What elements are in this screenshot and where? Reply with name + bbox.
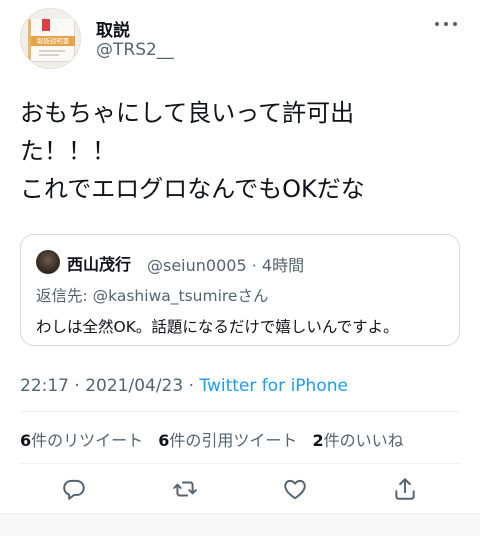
avatar-label: 取扱説明書 bbox=[36, 37, 70, 45]
quotes-count: 6 bbox=[158, 431, 170, 450]
bottom-strip bbox=[0, 514, 480, 536]
reply-button[interactable] bbox=[59, 474, 89, 504]
likes-count: 2 bbox=[312, 431, 324, 450]
retweets-count: 6 bbox=[20, 431, 32, 450]
book-line bbox=[39, 54, 59, 56]
action-bar bbox=[0, 472, 480, 506]
book-line bbox=[39, 50, 65, 52]
display-name[interactable]: 取説 bbox=[96, 16, 130, 41]
tweet-text: おもちゃにして良いって許可出 た！！！ これでエログロなんでもOKだな bbox=[20, 99, 365, 203]
avatar[interactable]: 取扱説明書 bbox=[20, 8, 81, 69]
retweets-stat[interactable]: 6件のリツイート bbox=[20, 431, 143, 450]
quoted-handle-time: @seiun0005 · 4時間 bbox=[147, 256, 305, 275]
like-icon bbox=[284, 479, 306, 500]
tweet-time[interactable]: 22:17 · 2021/04/23 · bbox=[20, 376, 199, 396]
quotes-label: 件の引用ツイート bbox=[169, 431, 298, 450]
reply-to: 返信先: @kashiwa_tsumireさん bbox=[36, 284, 268, 306]
quotes-stat[interactable]: 6件の引用ツイート bbox=[158, 431, 297, 450]
quoted-tweet[interactable]: 西山茂行 @seiun0005 · 4時間 返信先: @kashiwa_tsum… bbox=[20, 234, 460, 346]
tweet-timestamp: 22:17 · 2021/04/23 · Twitter for iPhone bbox=[20, 376, 348, 396]
divider bbox=[20, 463, 460, 464]
like-button[interactable] bbox=[280, 474, 310, 504]
more-options-icon[interactable] bbox=[432, 14, 460, 34]
quoted-display-name: 西山茂行 bbox=[67, 255, 132, 274]
share-icon bbox=[395, 478, 415, 500]
retweets-label: 件のリツイート bbox=[31, 431, 144, 450]
tweet-header: 取扱説明書 取説 @TRS2__ bbox=[0, 0, 480, 80]
book-logo: 取扱説明書 bbox=[28, 19, 75, 61]
bookmark-ribbon bbox=[42, 19, 50, 31]
likes-label: 件のいいね bbox=[323, 431, 404, 450]
tweet-stats: 6件のリツイート 6件の引用ツイート 2件のいいね bbox=[20, 427, 414, 451]
reply-icon bbox=[63, 479, 85, 500]
likes-stat[interactable]: 2件のいいね bbox=[313, 431, 404, 450]
divider bbox=[20, 411, 460, 412]
book-band: 取扱説明書 bbox=[31, 36, 75, 46]
retweet-button[interactable] bbox=[170, 474, 200, 504]
reply-suffix: さん bbox=[237, 287, 269, 305]
quoted-avatar[interactable] bbox=[36, 250, 60, 274]
reply-prefix: 返信先: bbox=[36, 287, 93, 305]
share-button[interactable] bbox=[390, 474, 420, 504]
retweet-icon bbox=[173, 481, 197, 497]
reply-mention[interactable]: @kashiwa_tsumire bbox=[93, 287, 238, 305]
user-handle[interactable]: @TRS2__ bbox=[96, 40, 174, 60]
tweet-source[interactable]: Twitter for iPhone bbox=[199, 376, 348, 396]
quoted-text: わしは全然OK。話題になるだけで嬉しいんですよ。 bbox=[36, 318, 399, 336]
